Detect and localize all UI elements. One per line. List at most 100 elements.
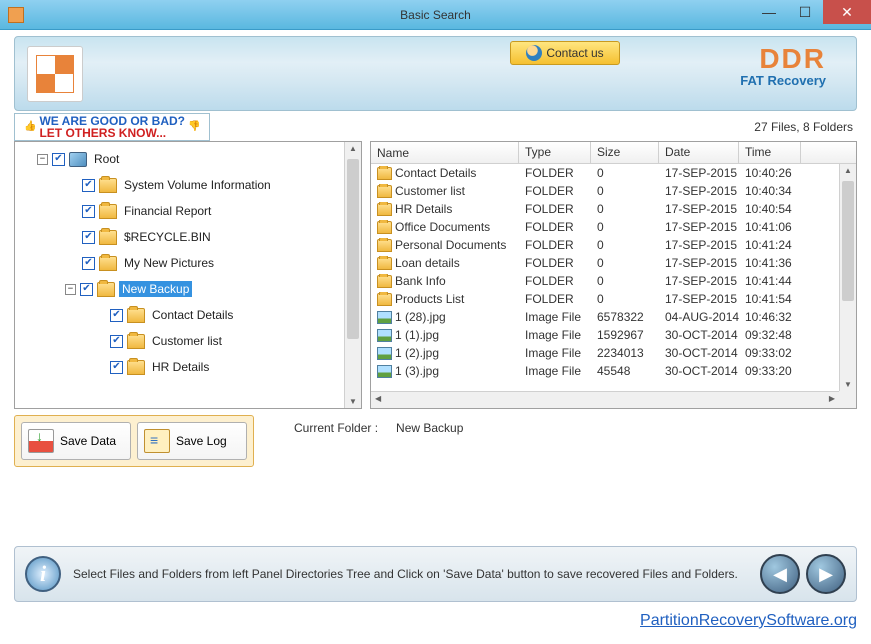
- tree-item[interactable]: ✔Contact Details: [93, 302, 359, 328]
- app-logo: [27, 46, 83, 102]
- current-folder-value: New Backup: [396, 421, 463, 435]
- tree-scrollbar[interactable]: [344, 142, 361, 408]
- file-size: 1592967: [591, 328, 659, 342]
- list-row[interactable]: 1 (28).jpgImage File657832204-AUG-201410…: [371, 308, 856, 326]
- col-type[interactable]: Type: [519, 142, 591, 163]
- list-scrollbar-v[interactable]: [839, 164, 856, 391]
- col-time[interactable]: Time: [739, 142, 801, 163]
- list-row[interactable]: HR DetailsFOLDER017-SEP-201510:40:54: [371, 200, 856, 218]
- file-type: Image File: [519, 346, 591, 360]
- back-button[interactable]: ◀: [760, 554, 800, 594]
- col-date[interactable]: Date: [659, 142, 739, 163]
- file-time: 10:40:54: [739, 202, 801, 216]
- save-data-button[interactable]: Save Data: [21, 422, 131, 460]
- feedback-line2: LET OTHERS KNOW...: [39, 127, 185, 139]
- checkbox[interactable]: ✔: [82, 231, 95, 244]
- list-row[interactable]: Contact DetailsFOLDER017-SEP-201510:40:2…: [371, 164, 856, 182]
- file-date: 17-SEP-2015: [659, 166, 739, 180]
- brand-block: DDR FAT Recovery: [740, 43, 826, 88]
- checkbox[interactable]: ✔: [82, 205, 95, 218]
- file-date: 17-SEP-2015: [659, 184, 739, 198]
- contact-us-button[interactable]: Contact us: [510, 41, 620, 65]
- file-type: FOLDER: [519, 292, 591, 306]
- contact-label: Contact us: [546, 46, 603, 60]
- file-time: 10:41:24: [739, 238, 801, 252]
- person-icon: [526, 45, 542, 61]
- image-icon: [377, 347, 392, 360]
- tree-item[interactable]: ✔HR Details: [93, 354, 359, 380]
- tree-root[interactable]: − ✔ Root: [37, 146, 359, 172]
- tree-label: System Volume Information: [121, 177, 274, 193]
- feedback-banner[interactable]: 👍 WE ARE GOOD OR BAD? LET OTHERS KNOW...…: [14, 113, 210, 141]
- list-row[interactable]: Bank InfoFOLDER017-SEP-201510:41:44: [371, 272, 856, 290]
- tree-item[interactable]: ✔My New Pictures: [65, 250, 359, 276]
- maximize-button[interactable]: ☐: [787, 0, 823, 24]
- col-name[interactable]: Name: [371, 142, 519, 163]
- save-log-button[interactable]: Save Log: [137, 422, 247, 460]
- list-row[interactable]: Customer listFOLDER017-SEP-201510:40:34: [371, 182, 856, 200]
- action-button-group: Save Data Save Log: [14, 415, 254, 467]
- tree-item[interactable]: −✔New Backup: [65, 276, 359, 302]
- checkbox[interactable]: ✔: [110, 361, 123, 374]
- save-log-icon: [144, 429, 170, 453]
- current-folder-display: Current Folder : New Backup: [294, 421, 463, 435]
- checkbox[interactable]: ✔: [82, 257, 95, 270]
- file-name: 1 (3).jpg: [395, 364, 439, 378]
- checkbox[interactable]: ✔: [80, 283, 93, 296]
- tree-item[interactable]: ✔ Customer list: [93, 328, 359, 354]
- file-type: Image File: [519, 310, 591, 324]
- minimize-button[interactable]: —: [751, 0, 787, 24]
- file-type: Image File: [519, 364, 591, 378]
- tree-item[interactable]: ✔ Financial Report: [65, 198, 359, 224]
- file-count-label: 27 Files, 8 Folders: [754, 120, 853, 134]
- folder-icon: [99, 230, 117, 245]
- close-button[interactable]: ✕: [823, 0, 871, 24]
- folder-icon: [377, 257, 392, 270]
- info-icon: i: [25, 556, 61, 592]
- footer-link[interactable]: PartitionRecoverySoftware.org: [640, 612, 857, 630]
- file-time: 10:40:26: [739, 166, 801, 180]
- list-scrollbar-h[interactable]: [371, 391, 839, 408]
- folder-icon: [377, 293, 392, 306]
- file-type: FOLDER: [519, 202, 591, 216]
- tree-item[interactable]: ✔$RECYCLE.BIN: [65, 224, 359, 250]
- file-size: 0: [591, 166, 659, 180]
- file-time: 09:32:48: [739, 328, 801, 342]
- file-time: 10:41:44: [739, 274, 801, 288]
- app-icon: [8, 7, 24, 23]
- folder-icon: [127, 360, 145, 375]
- header-panel: Contact us DDR FAT Recovery: [14, 36, 857, 111]
- current-folder-label: Current Folder :: [294, 421, 378, 435]
- collapse-icon[interactable]: −: [37, 154, 48, 165]
- tree-label: Financial Report: [121, 203, 214, 219]
- col-size[interactable]: Size: [591, 142, 659, 163]
- list-row[interactable]: 1 (3).jpgImage File4554830-OCT-201409:33…: [371, 362, 856, 380]
- file-size: 0: [591, 202, 659, 216]
- file-name: Personal Documents: [395, 238, 506, 252]
- file-date: 17-SEP-2015: [659, 256, 739, 270]
- list-row[interactable]: Personal DocumentsFOLDER017-SEP-201510:4…: [371, 236, 856, 254]
- forward-button[interactable]: ▶: [806, 554, 846, 594]
- tree-label: Customer list: [149, 333, 225, 349]
- brand-name: DDR: [740, 43, 826, 75]
- list-row[interactable]: Office DocumentsFOLDER017-SEP-201510:41:…: [371, 218, 856, 236]
- checkbox[interactable]: ✔: [52, 153, 65, 166]
- list-row[interactable]: Products ListFOLDER017-SEP-201510:41:54: [371, 290, 856, 308]
- file-time: 10:41:06: [739, 220, 801, 234]
- list-row[interactable]: 1 (2).jpgImage File223401330-OCT-201409:…: [371, 344, 856, 362]
- collapse-icon[interactable]: −: [65, 284, 76, 295]
- file-time: 10:46:32: [739, 310, 801, 324]
- file-name: Office Documents: [395, 220, 490, 234]
- checkbox[interactable]: ✔: [110, 335, 123, 348]
- tree-item[interactable]: ✔ System Volume Information: [65, 172, 359, 198]
- file-date: 17-SEP-2015: [659, 202, 739, 216]
- directory-tree-panel: − ✔ Root ✔ System Volume Information ✔ Fina…: [14, 141, 362, 409]
- image-icon: [377, 329, 392, 342]
- checkbox[interactable]: ✔: [82, 179, 95, 192]
- checkbox[interactable]: ✔: [110, 309, 123, 322]
- folder-icon: [127, 334, 145, 349]
- list-row[interactable]: Loan detailsFOLDER017-SEP-201510:41:36: [371, 254, 856, 272]
- list-row[interactable]: 1 (1).jpgImage File159296730-OCT-201409:…: [371, 326, 856, 344]
- info-bar: i Select Files and Folders from left Pan…: [14, 546, 857, 602]
- folder-icon: [377, 185, 392, 198]
